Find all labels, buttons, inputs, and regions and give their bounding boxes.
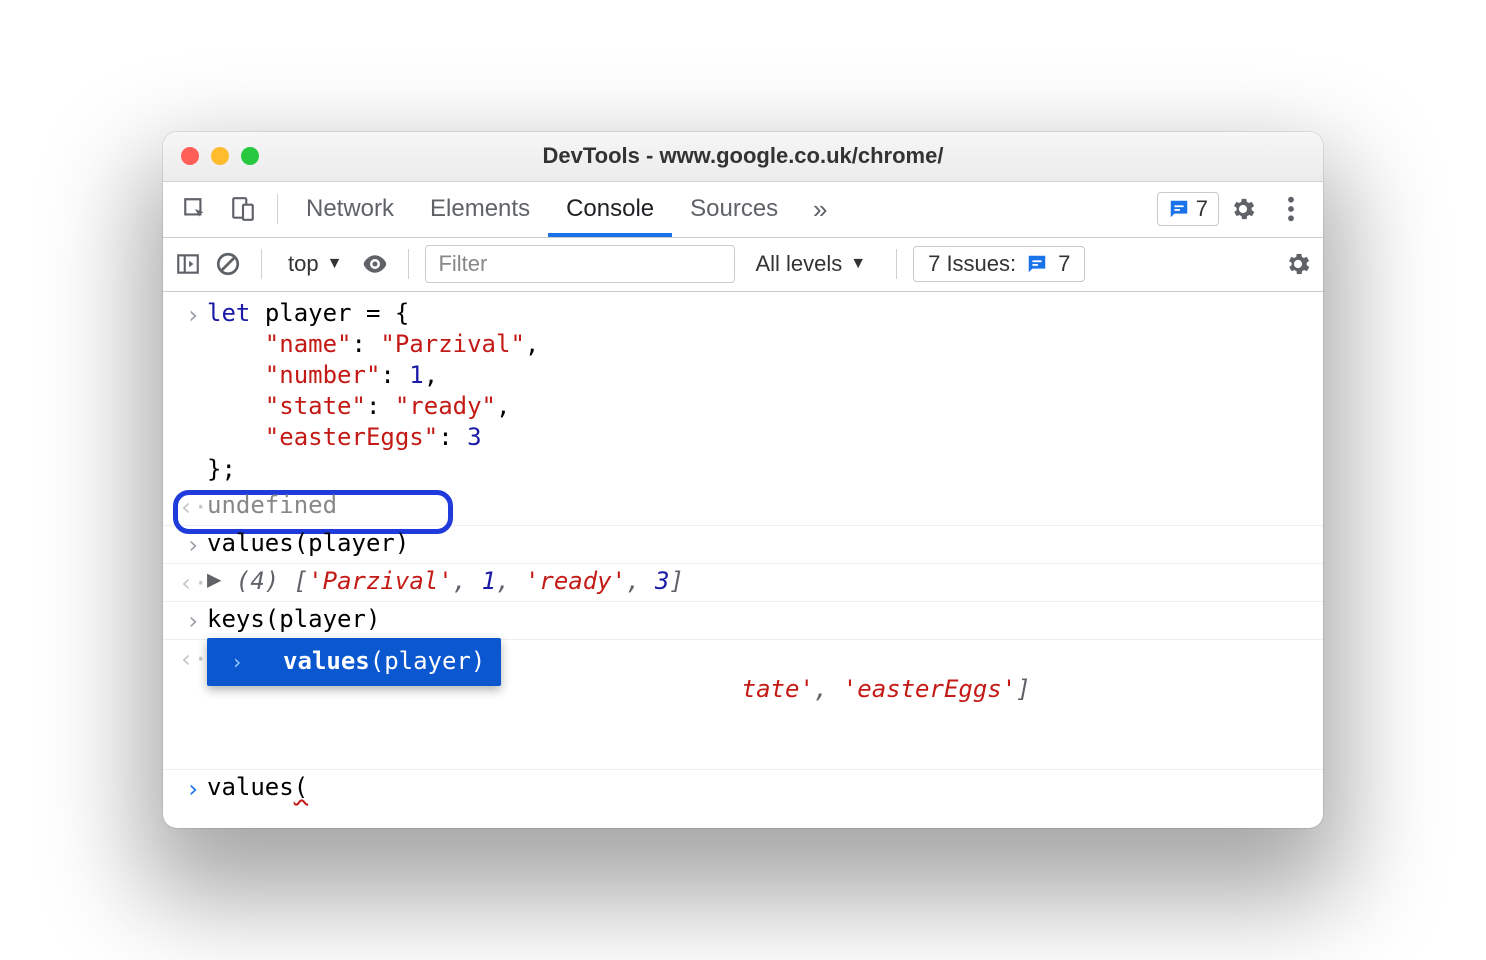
separator bbox=[408, 249, 409, 279]
chevron-down-icon: ▼ bbox=[850, 255, 866, 273]
code-text: values(player) bbox=[207, 528, 1307, 559]
tooltip-text: values(player) bbox=[283, 646, 485, 677]
output-chevron-icon: ‹· bbox=[179, 566, 207, 599]
context-label: top bbox=[288, 251, 319, 277]
clear-console-icon[interactable] bbox=[211, 247, 245, 281]
more-tabs-icon[interactable]: » bbox=[802, 191, 838, 227]
live-expression-icon[interactable] bbox=[358, 247, 392, 281]
separator bbox=[896, 249, 897, 279]
devtools-window: DevTools - www.google.co.uk/chrome/ Netw… bbox=[163, 132, 1323, 829]
inspect-icon[interactable] bbox=[177, 191, 213, 227]
console-prompt-row[interactable]: › values( bbox=[163, 770, 1323, 808]
separator bbox=[277, 194, 278, 224]
console-input-row: › values(player) bbox=[163, 526, 1323, 564]
console-body: › let player = { "name": "Parzival", "nu… bbox=[163, 292, 1323, 829]
issues-count: 7 bbox=[1058, 251, 1070, 277]
input-chevron-icon: › bbox=[179, 604, 207, 637]
tab-network[interactable]: Network bbox=[288, 181, 412, 237]
tab-sources[interactable]: Sources bbox=[672, 181, 796, 237]
prompt-chevron-icon: › bbox=[179, 772, 207, 805]
console-toolbar: top ▼ All levels ▼ 7 Issues: 7 bbox=[163, 238, 1323, 292]
prompt-input[interactable]: values( bbox=[207, 772, 1307, 803]
main-tabs: Network Elements Console Sources » 7 bbox=[163, 182, 1323, 238]
log-levels-selector[interactable]: All levels ▼ bbox=[741, 251, 880, 277]
sidebar-toggle-icon[interactable] bbox=[171, 247, 205, 281]
device-toggle-icon[interactable] bbox=[225, 191, 261, 227]
issues-badge[interactable]: 7 Issues: 7 bbox=[913, 246, 1085, 282]
message-icon bbox=[1168, 198, 1190, 220]
tab-label: Network bbox=[306, 195, 394, 223]
input-chevron-icon: › bbox=[179, 298, 207, 331]
console-output-row: ‹· undefined bbox=[163, 488, 1323, 526]
filter-field bbox=[425, 245, 735, 283]
separator bbox=[261, 249, 262, 279]
array-result: ▶ (4) ['name', 'number', 'state', 'easte… bbox=[207, 642, 1307, 767]
tab-console[interactable]: Console bbox=[548, 181, 672, 237]
messages-badge[interactable]: 7 bbox=[1157, 192, 1219, 226]
expand-icon[interactable]: ▶ bbox=[207, 564, 221, 595]
titlebar: DevTools - www.google.co.uk/chrome/ bbox=[163, 132, 1323, 182]
window-title: DevTools - www.google.co.uk/chrome/ bbox=[163, 143, 1323, 169]
tab-elements[interactable]: Elements bbox=[412, 181, 548, 237]
console-input-row: › keys(player) bbox=[163, 602, 1323, 640]
console-input-row: › let player = { "name": "Parzival", "nu… bbox=[163, 296, 1323, 488]
issues-label: 7 Issues: bbox=[928, 251, 1016, 277]
filter-input[interactable] bbox=[425, 245, 735, 283]
context-selector[interactable]: top ▼ bbox=[278, 251, 352, 277]
history-tooltip[interactable]: › values(player) bbox=[207, 638, 501, 685]
tab-label: Elements bbox=[430, 195, 530, 223]
code-text: let player = { "name": "Parzival", "numb… bbox=[207, 298, 1307, 485]
console-output-row[interactable]: ‹· ▶ (4) ['name', 'number', 'state', 'ea… bbox=[163, 640, 1323, 770]
console-settings-icon[interactable] bbox=[1281, 247, 1315, 281]
console-output-row[interactable]: ‹· ▶ (4) ['Parzival', 1, 'ready', 3] bbox=[163, 564, 1323, 602]
kebab-menu-icon[interactable] bbox=[1273, 191, 1309, 227]
array-result: ▶ (4) ['Parzival', 1, 'ready', 3] bbox=[207, 566, 1307, 597]
tab-label: Console bbox=[566, 195, 654, 223]
tab-label: Sources bbox=[690, 195, 778, 223]
message-icon bbox=[1026, 253, 1048, 275]
code-text: keys(player) bbox=[207, 604, 1307, 635]
levels-label: All levels bbox=[755, 251, 842, 277]
badge-count: 7 bbox=[1196, 196, 1208, 222]
undefined-result: undefined bbox=[207, 490, 1307, 521]
settings-icon[interactable] bbox=[1225, 191, 1261, 227]
output-chevron-icon: ‹· bbox=[179, 642, 207, 675]
chevron-down-icon: ▼ bbox=[327, 255, 343, 273]
history-chevron-icon: › bbox=[231, 649, 243, 675]
